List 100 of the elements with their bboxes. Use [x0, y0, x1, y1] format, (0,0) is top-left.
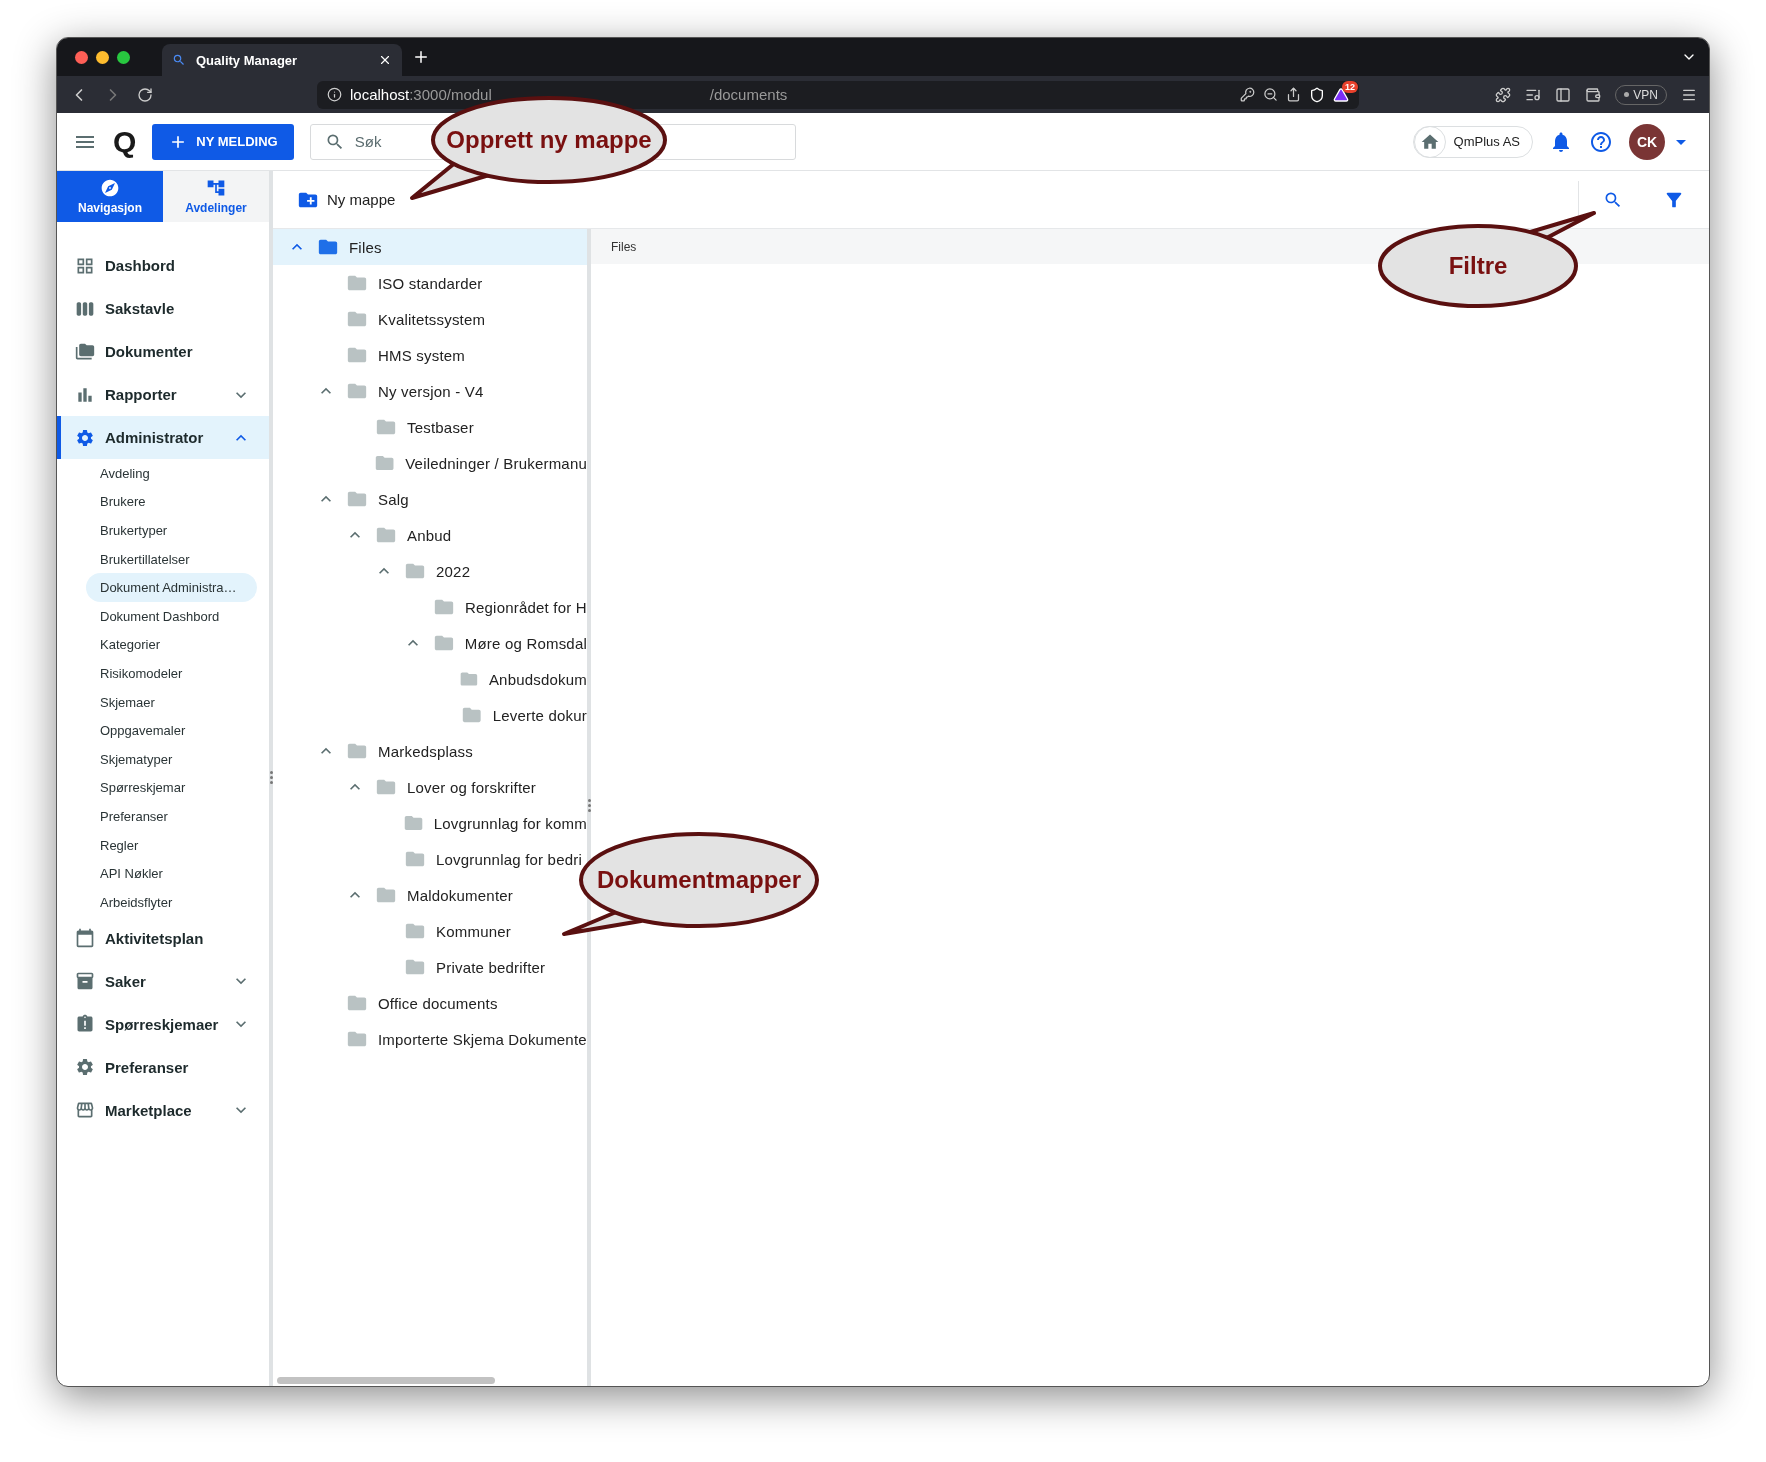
close-window-button[interactable] [75, 50, 88, 64]
sidebar-subitem[interactable]: Brukertillatelser [86, 544, 257, 574]
sidebar-item[interactable]: Spørreskjemaer [57, 1002, 269, 1046]
logo[interactable]: Q [113, 124, 137, 159]
tree-row[interactable]: Lovgrunnlag for komm [273, 805, 587, 841]
folder-name: Private bedrifter [436, 958, 546, 976]
tree-row[interactable]: Markedsplass [273, 733, 587, 769]
new-tab-icon[interactable] [412, 48, 430, 66]
sidebar-subitem[interactable]: Dokument Administra… [86, 573, 257, 602]
notification-badge: 12 [1342, 80, 1358, 93]
folder-name: Anbudsdokum [488, 670, 587, 688]
close-icon[interactable] [378, 53, 392, 67]
folder-name: Files [349, 238, 382, 256]
sidebar-item[interactable]: Aktivitetsplan [57, 916, 269, 960]
tree-row[interactable]: Veiledninger / Brukermanu [273, 445, 587, 481]
folder-name: Lovgrunnlag for komm [433, 814, 587, 832]
tree-row[interactable]: Lovgrunnlag for bedri [273, 841, 587, 877]
url-host: localhost [350, 86, 410, 103]
sidebar-subitem[interactable]: Brukertyper [86, 516, 257, 545]
tree-row[interactable]: Leverte dokur [273, 697, 587, 733]
sidebar-item[interactable]: Administrator [57, 416, 269, 459]
tree-row[interactable]: Maldokumenter [273, 877, 587, 913]
info-icon[interactable] [327, 87, 342, 102]
browser-tab[interactable]: Quality Manager [162, 44, 402, 76]
nav-tab[interactable]: Navigasjon [57, 171, 163, 222]
folder-name: Ny versjon - V4 [378, 382, 484, 400]
sidebar-subitem[interactable]: Dokument Dashbord [86, 601, 257, 631]
tree-row[interactable]: Ny versjon - V4 [273, 373, 587, 409]
callout-text: Opprett ny mappe [446, 126, 652, 154]
folder-name: Office documents [378, 994, 498, 1012]
tree-row[interactable]: Møre og Romsdal [273, 625, 587, 661]
help-icon[interactable] [1589, 129, 1613, 154]
tree-row[interactable]: Regionrådet for H [273, 589, 587, 625]
new-folder-button[interactable]: Ny mappe [297, 188, 396, 211]
sidebar-item[interactable]: Saker [57, 959, 269, 1003]
tree-row[interactable]: ISO standarder [273, 265, 587, 301]
new-message-button[interactable]: NY MELDING [152, 123, 294, 160]
shield-icon[interactable] [1309, 86, 1325, 103]
folder-name: Testbaser [407, 418, 474, 436]
compass-icon [100, 178, 120, 198]
sidebar-item[interactable]: Dokumenter [57, 330, 269, 373]
folders-icon [75, 341, 95, 362]
key-icon[interactable] [1240, 87, 1255, 102]
sidebar-subitem[interactable]: Skjemaer [86, 687, 257, 717]
sidebar-item[interactable]: Preferanser [57, 1045, 269, 1089]
share-icon[interactable] [1286, 87, 1301, 102]
folder-name: Veiledninger / Brukermanu [405, 454, 587, 472]
status-dot [1624, 92, 1630, 97]
tree-row[interactable]: Salg [273, 481, 587, 517]
tree-row[interactable]: HMS system [273, 337, 587, 373]
nav-tab[interactable]: Avdelinger [163, 171, 269, 222]
folder-name: HMS system [378, 346, 465, 364]
wallet-icon[interactable] [1585, 86, 1602, 103]
sidebar-subitem[interactable]: API Nøkler [86, 859, 257, 888]
sidebar-subitem[interactable]: Kategorier [86, 630, 257, 660]
folder-name: Markedsplass [378, 742, 473, 760]
tree-row[interactable]: Lover og forskrifter [273, 769, 587, 805]
folder-name: Lover og forskrifter [407, 778, 537, 796]
sidebar-subitem[interactable]: Skjematyper [86, 744, 257, 774]
sidebar-item[interactable]: Sakstavle [57, 287, 269, 330]
folder-name: Kvalitetssystem [378, 310, 486, 328]
tab-title: Quality Manager [196, 52, 299, 68]
sidebar-item[interactable]: Marketplace [57, 1088, 269, 1132]
sidebar-icon[interactable] [1555, 86, 1572, 103]
minimize-window-button[interactable] [96, 50, 109, 64]
calendar-icon [75, 928, 95, 948]
reload-icon[interactable] [137, 86, 153, 103]
maximize-window-button[interactable] [117, 50, 130, 64]
sidebar-subitem[interactable]: Risikomodeler [86, 659, 257, 688]
user-avatar[interactable]: CK [1629, 123, 1665, 160]
folder-name: Anbud [407, 526, 452, 544]
tree-row[interactable]: Kommuner [273, 913, 587, 949]
sidebar-subitem[interactable]: Avdeling [86, 459, 257, 488]
sidebar-item[interactable]: Rapporter [57, 373, 269, 416]
folder-name: ISO standarder [378, 274, 483, 292]
tree-row[interactable]: Testbaser [273, 409, 587, 445]
tree-row[interactable]: Importerte Skjema Dokumente [273, 1021, 587, 1057]
tree-row[interactable]: Kvalitetssystem [273, 301, 587, 337]
sidebar-subitem[interactable]: Brukere [86, 487, 257, 517]
zoom-out-icon[interactable] [1263, 87, 1278, 102]
sidebar-subitem[interactable]: Regler [86, 830, 257, 860]
tree-row[interactable]: 2022 [273, 553, 587, 589]
sidebar-subitem[interactable]: Oppgavemaler [86, 716, 257, 745]
tree-row[interactable]: Private bedrifter [273, 949, 587, 985]
tree-row[interactable]: Files [273, 229, 587, 265]
scrollbar[interactable] [277, 1377, 495, 1384]
sidebar-subitem[interactable]: Arbeidsflyter [86, 887, 257, 917]
sidebar-subitem[interactable]: Preferanser [86, 802, 257, 831]
folder-name: Regionrådet for H [465, 598, 587, 616]
organization-name: QmPlus AS [1453, 134, 1520, 149]
store-icon [75, 1100, 95, 1120]
sidebar-item[interactable]: Dashbord [57, 244, 269, 287]
folder-name: Importerte Skjema Dokumente [378, 1030, 587, 1048]
tree-row[interactable]: Office documents [273, 985, 587, 1021]
tree-row[interactable]: Anbudsdokum [273, 661, 587, 697]
folder-name: Maldokumenter [407, 886, 513, 904]
puzzle-icon[interactable] [1495, 86, 1512, 103]
address-bar[interactable]: localhost:3000/modul /documents 12 [317, 80, 1359, 109]
sidebar-subitem[interactable]: Spørreskjemar [86, 773, 257, 803]
tree-row[interactable]: Anbud [273, 517, 587, 553]
